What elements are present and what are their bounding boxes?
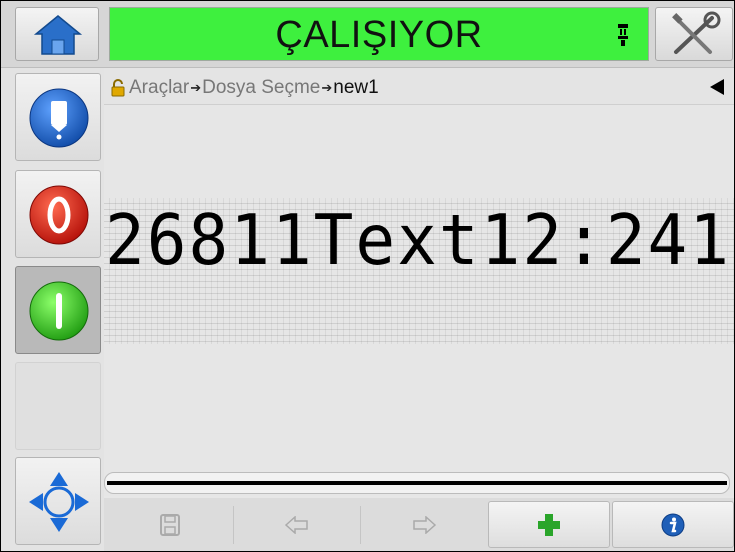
start-button[interactable] [15,266,101,354]
side-panel [1,68,104,551]
breadcrumb: Araçlar ➔ Dosya Seçme ➔ new1 [104,68,734,105]
message-text[interactable]: 26811Text12:241: [105,203,734,278]
info-button[interactable] [612,501,734,548]
breadcrumb-item-araclar[interactable]: Araçlar [129,77,189,99]
back-arrow-icon[interactable] [710,79,724,95]
redo-icon [413,515,436,534]
undo-button[interactable] [236,501,358,548]
lock-icon [111,79,125,97]
status-text: ÇALIŞIYOR [275,14,483,56]
info-icon [661,513,685,536]
job-select-button[interactable] [15,73,101,161]
message-editor[interactable]: 26811Text12:241: [104,198,734,344]
breadcrumb-separator-icon: ➔ [321,80,333,95]
printer-ui: ÇALIŞIYOR Araçlar ➔ Dosya Seçme ➔ new1 2… [0,0,735,552]
toolbar-divider [360,506,361,544]
status-bar[interactable]: ÇALIŞIYOR [109,7,649,61]
undo-icon [285,515,308,534]
toolbar-divider [233,506,234,544]
stop-button[interactable] [15,170,101,258]
home-icon [33,15,83,55]
redo-button[interactable] [363,501,485,548]
tools-icon [672,11,721,54]
start-icon [29,281,89,341]
breadcrumb-separator-icon: ➔ [190,80,202,95]
home-button[interactable] [15,7,99,61]
bottom-toolbar [104,498,734,551]
stop-icon [29,185,89,245]
job-icon [29,88,89,148]
breadcrumb-item-dosya-secme[interactable]: Dosya Seçme [202,77,320,99]
top-bar: ÇALIŞIYOR [1,1,734,68]
navigation-button[interactable] [15,457,101,545]
add-icon [538,513,560,536]
main-area: Araçlar ➔ Dosya Seçme ➔ new1 26811Text12… [104,68,734,496]
empty-slot [15,362,101,450]
navigation-arrows-icon [29,472,89,532]
horizontal-scrollbar[interactable] [104,472,730,494]
ink-cartridge-icon [618,24,628,46]
tools-button[interactable] [655,7,733,61]
breadcrumb-item-current: new1 [333,77,379,98]
scrollbar-thumb[interactable] [107,481,727,485]
save-icon [160,513,180,536]
add-button[interactable] [488,501,610,548]
save-button[interactable] [109,501,231,548]
